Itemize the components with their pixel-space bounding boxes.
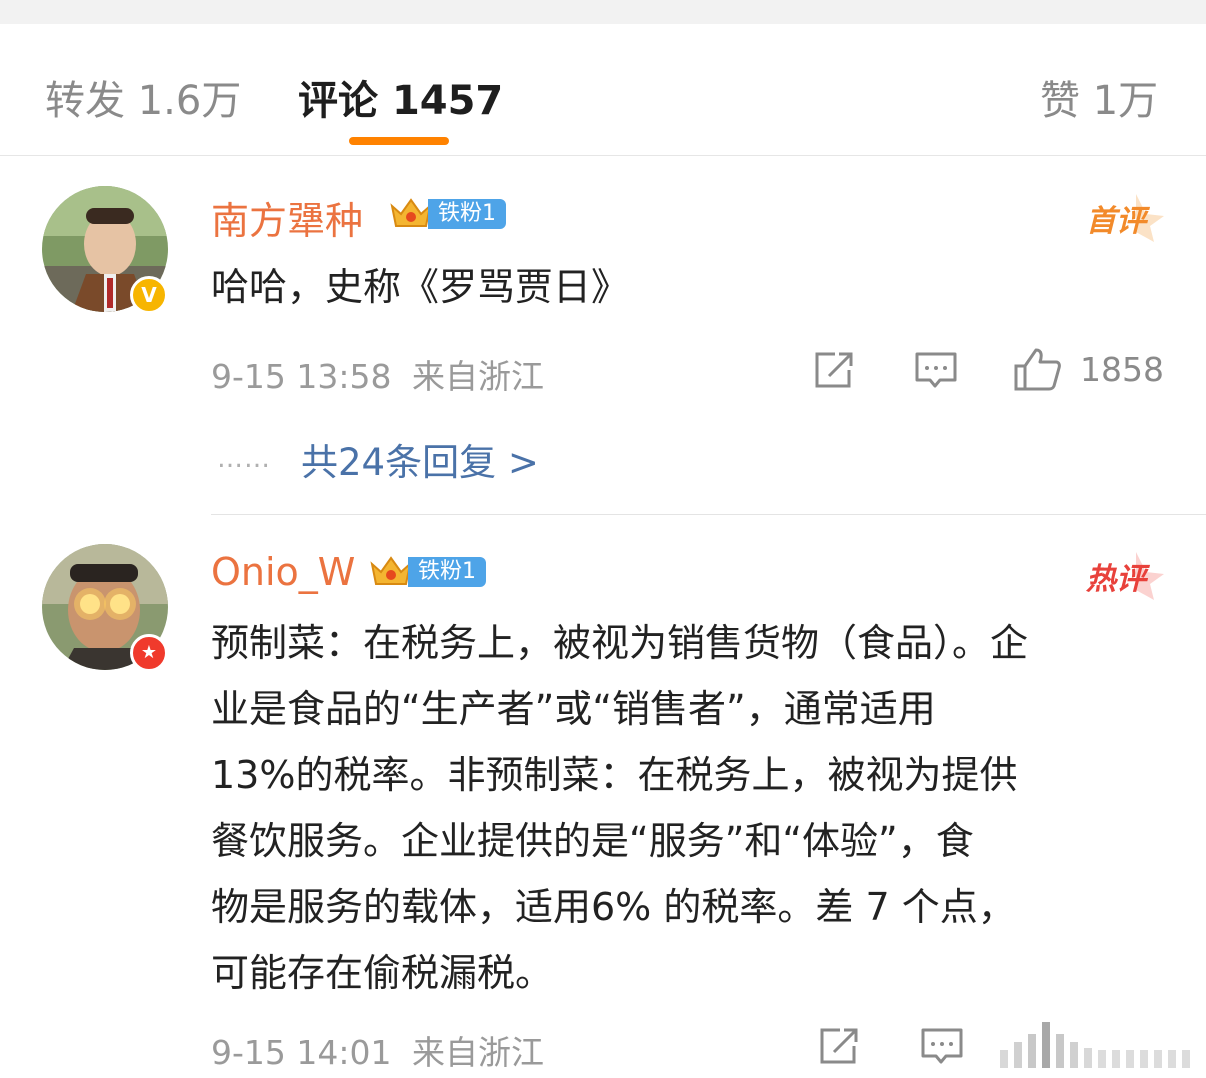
comment-text-line: 物是服务的载体，适用6% 的税率。差 7 个点， xyxy=(211,885,1016,929)
watermark-bars xyxy=(1000,1022,1190,1068)
comment-text-line: 预制菜：在税务上，被视为销售货物（食品）。企 xyxy=(211,621,1029,665)
view-replies-link[interactable]: 共24条回复 > xyxy=(301,432,539,486)
comment-icon[interactable] xyxy=(914,350,958,390)
comment-divider xyxy=(211,514,1206,515)
view-replies[interactable]: …… 共24条回复 > xyxy=(217,432,539,486)
comment-meta: 9-15 13:58 来自浙江 xyxy=(211,350,544,398)
replies-dots: …… xyxy=(217,444,271,474)
like-count: 1858 xyxy=(1080,350,1164,389)
comment-time: 9-15 13:58 xyxy=(211,357,392,396)
tab-comments[interactable]: 评论 1457 xyxy=(298,68,503,126)
first-comment-tag: 首评 xyxy=(1086,192,1164,242)
like-icon[interactable] xyxy=(1012,346,1062,392)
hot-comment-tag: 热评 xyxy=(1086,550,1164,600)
comment-meta: 9-15 14:01 来自浙江 xyxy=(211,1026,544,1074)
verified-v-icon: V xyxy=(130,276,168,314)
comment-text: 预制菜：在税务上，被视为销售货物（食品）。企 业是食品的“生产者”或“销售者”，… xyxy=(211,610,1171,1006)
comment-text-line: 餐饮服务。企业提供的是“服务”和“体验”，食 xyxy=(211,819,974,863)
tab-reposts[interactable]: 转发 1.6万 xyxy=(45,68,241,126)
star-badge-icon: ★ xyxy=(130,634,168,672)
username[interactable]: 南方犟种 xyxy=(211,190,363,245)
comment-location: 来自浙江 xyxy=(412,357,544,396)
active-tab-indicator xyxy=(349,137,449,145)
fan-badge[interactable]: 铁粉1 xyxy=(388,196,506,232)
repost-icon[interactable] xyxy=(818,1026,862,1066)
comment-location: 来自浙江 xyxy=(412,1033,544,1072)
comment-time: 9-15 14:01 xyxy=(211,1033,392,1072)
tab-reposts-label: 转发 xyxy=(45,78,125,124)
comment-icon[interactable] xyxy=(920,1026,964,1066)
tab-comments-label: 评论 xyxy=(298,78,378,124)
top-strip xyxy=(0,0,1206,24)
fan-badge[interactable]: 铁粉1 xyxy=(368,554,486,590)
tab-likes[interactable]: 赞 1万 xyxy=(1040,68,1158,126)
tab-likes-label: 赞 xyxy=(1040,78,1080,124)
comment-text-line: 业是食品的“生产者”或“销售者”，通常适用 xyxy=(211,687,936,731)
comment-text-line: 可能存在偷税漏税。 xyxy=(211,951,554,995)
repost-icon[interactable] xyxy=(813,350,857,390)
fan-badge-label: 铁粉1 xyxy=(408,557,486,587)
username[interactable]: Onio_W xyxy=(211,550,355,594)
tab-reposts-count: 1.6万 xyxy=(137,78,242,124)
tab-likes-count: 1万 xyxy=(1092,78,1159,124)
comment-text-line: 13%的税率。非预制菜：在税务上，被视为提供 xyxy=(211,753,1018,797)
tab-comments-count: 1457 xyxy=(391,78,504,124)
comment-text: 哈哈，史称《罗骂贾日》 xyxy=(211,265,630,309)
tab-bar: 转发 1.6万 评论 1457 赞 1万 xyxy=(0,24,1206,156)
fan-badge-label: 铁粉1 xyxy=(428,199,506,229)
